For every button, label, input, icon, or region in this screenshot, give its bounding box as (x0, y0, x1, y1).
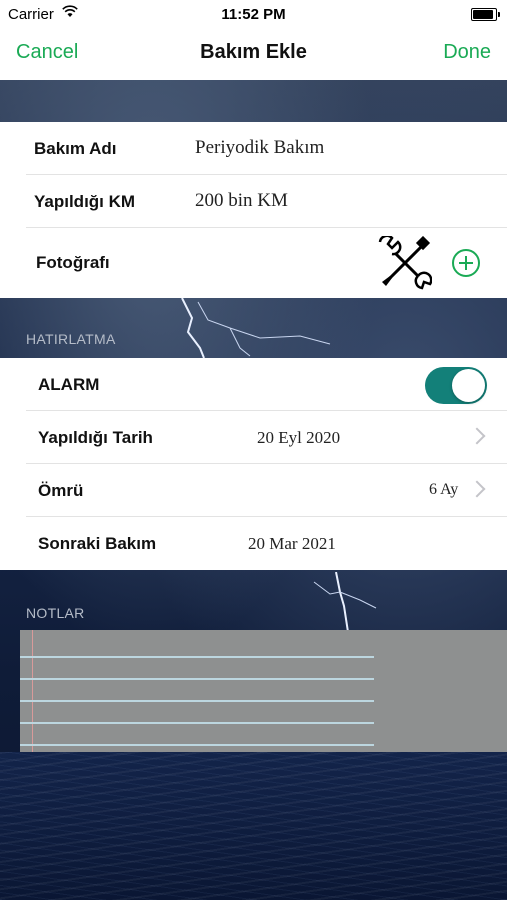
reminder-group: ALARM Yapıldığı Tarih 20 Eyl 2020 Ömrü 6… (0, 358, 507, 570)
page-title: Bakım Ekle (200, 41, 307, 63)
clock: 11:52 PM (221, 6, 286, 23)
photo-row: Fotoğrafı (0, 228, 507, 298)
notes-ruled-line (20, 678, 374, 680)
lifetime-row[interactable]: Ömrü 6 Ay (0, 464, 507, 517)
lightning-decoration (313, 572, 377, 632)
notes-section-header: NOTLAR (26, 605, 85, 621)
notes-ruled-line (20, 744, 374, 746)
battery-icon (471, 8, 500, 21)
navigation-bar: Cancel Bakım Ekle Done (0, 28, 507, 80)
add-photo-icon[interactable] (452, 249, 480, 277)
next-service-label: Sonraki Bakım (38, 534, 157, 553)
alarm-toggle[interactable] (425, 367, 487, 404)
maintenance-name-row[interactable]: Bakım Adı Periyodik Bakım (0, 122, 507, 175)
maintenance-name-label: Bakım Adı (34, 139, 117, 158)
lifetime-value: 6 Ay (429, 481, 459, 498)
notes-ruled-line (20, 700, 374, 702)
next-service-row: Sonraki Bakım 20 Mar 2021 (0, 517, 507, 570)
service-date-value: 20 Eyl 2020 (257, 428, 341, 447)
maintenance-name-field[interactable]: Periyodik Bakım (195, 137, 324, 159)
next-service-value: 20 Mar 2021 (248, 534, 336, 553)
sea-background (0, 752, 507, 900)
status-bar: Carrier 11:52 PM (0, 0, 507, 28)
alarm-row: ALARM (0, 358, 507, 411)
lifetime-label: Ömrü (38, 481, 84, 500)
done-button[interactable]: Done (443, 41, 491, 64)
service-date-label: Yapıldığı Tarih (38, 428, 153, 447)
toggle-knob (452, 369, 485, 402)
tools-icon[interactable] (378, 236, 432, 290)
maintenance-km-field[interactable]: 200 bin KM (195, 190, 288, 212)
maintenance-km-row[interactable]: Yapıldığı KM 200 bin KM (0, 175, 507, 228)
chevron-right-icon (468, 427, 486, 445)
service-date-row[interactable]: Yapıldığı Tarih 20 Eyl 2020 (0, 411, 507, 464)
reminder-section-header: HATIRLATMA (26, 331, 116, 347)
notes-textarea[interactable] (20, 630, 507, 752)
notes-margin-line (32, 630, 33, 752)
notes-ruled-line (20, 656, 374, 658)
alarm-label: ALARM (38, 375, 100, 394)
lightning-decoration (181, 298, 331, 358)
maintenance-details-group: Bakım Adı Periyodik Bakım Yapıldığı KM 2… (0, 122, 507, 298)
photo-label: Fotoğrafı (36, 253, 110, 272)
maintenance-km-label: Yapıldığı KM (34, 192, 136, 211)
notes-ruled-line (20, 722, 374, 724)
chevron-right-icon (468, 480, 486, 498)
